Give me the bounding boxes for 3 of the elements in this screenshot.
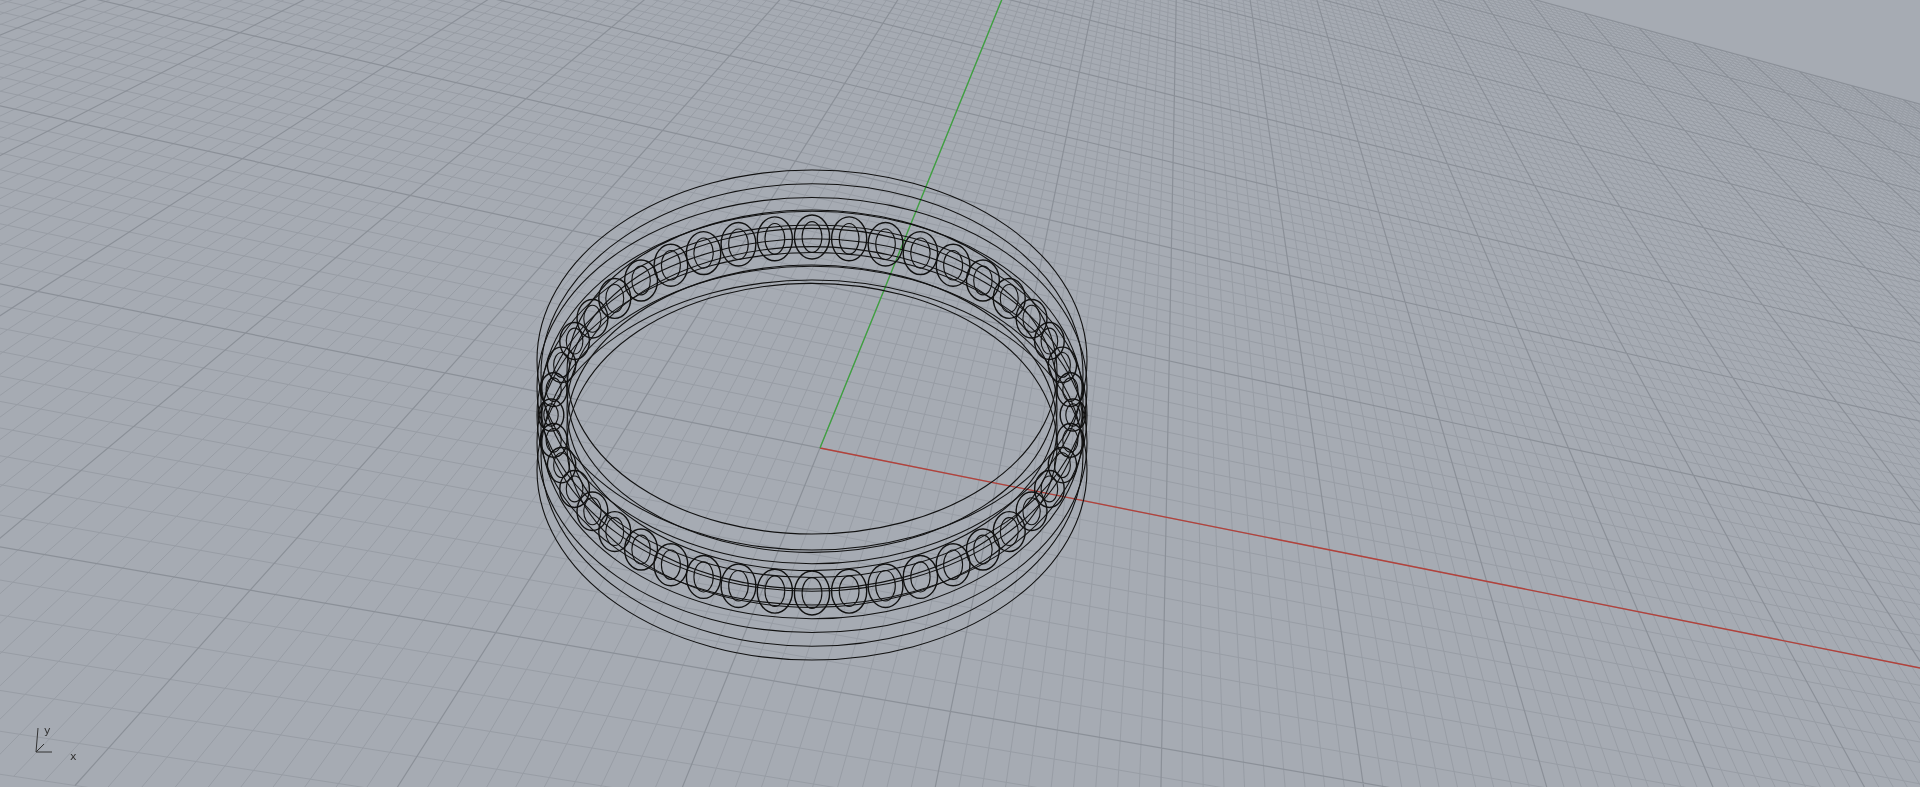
axis-label: x (70, 750, 77, 763)
axis-indicator-icon (35, 727, 53, 753)
axis-label: y (44, 724, 51, 737)
